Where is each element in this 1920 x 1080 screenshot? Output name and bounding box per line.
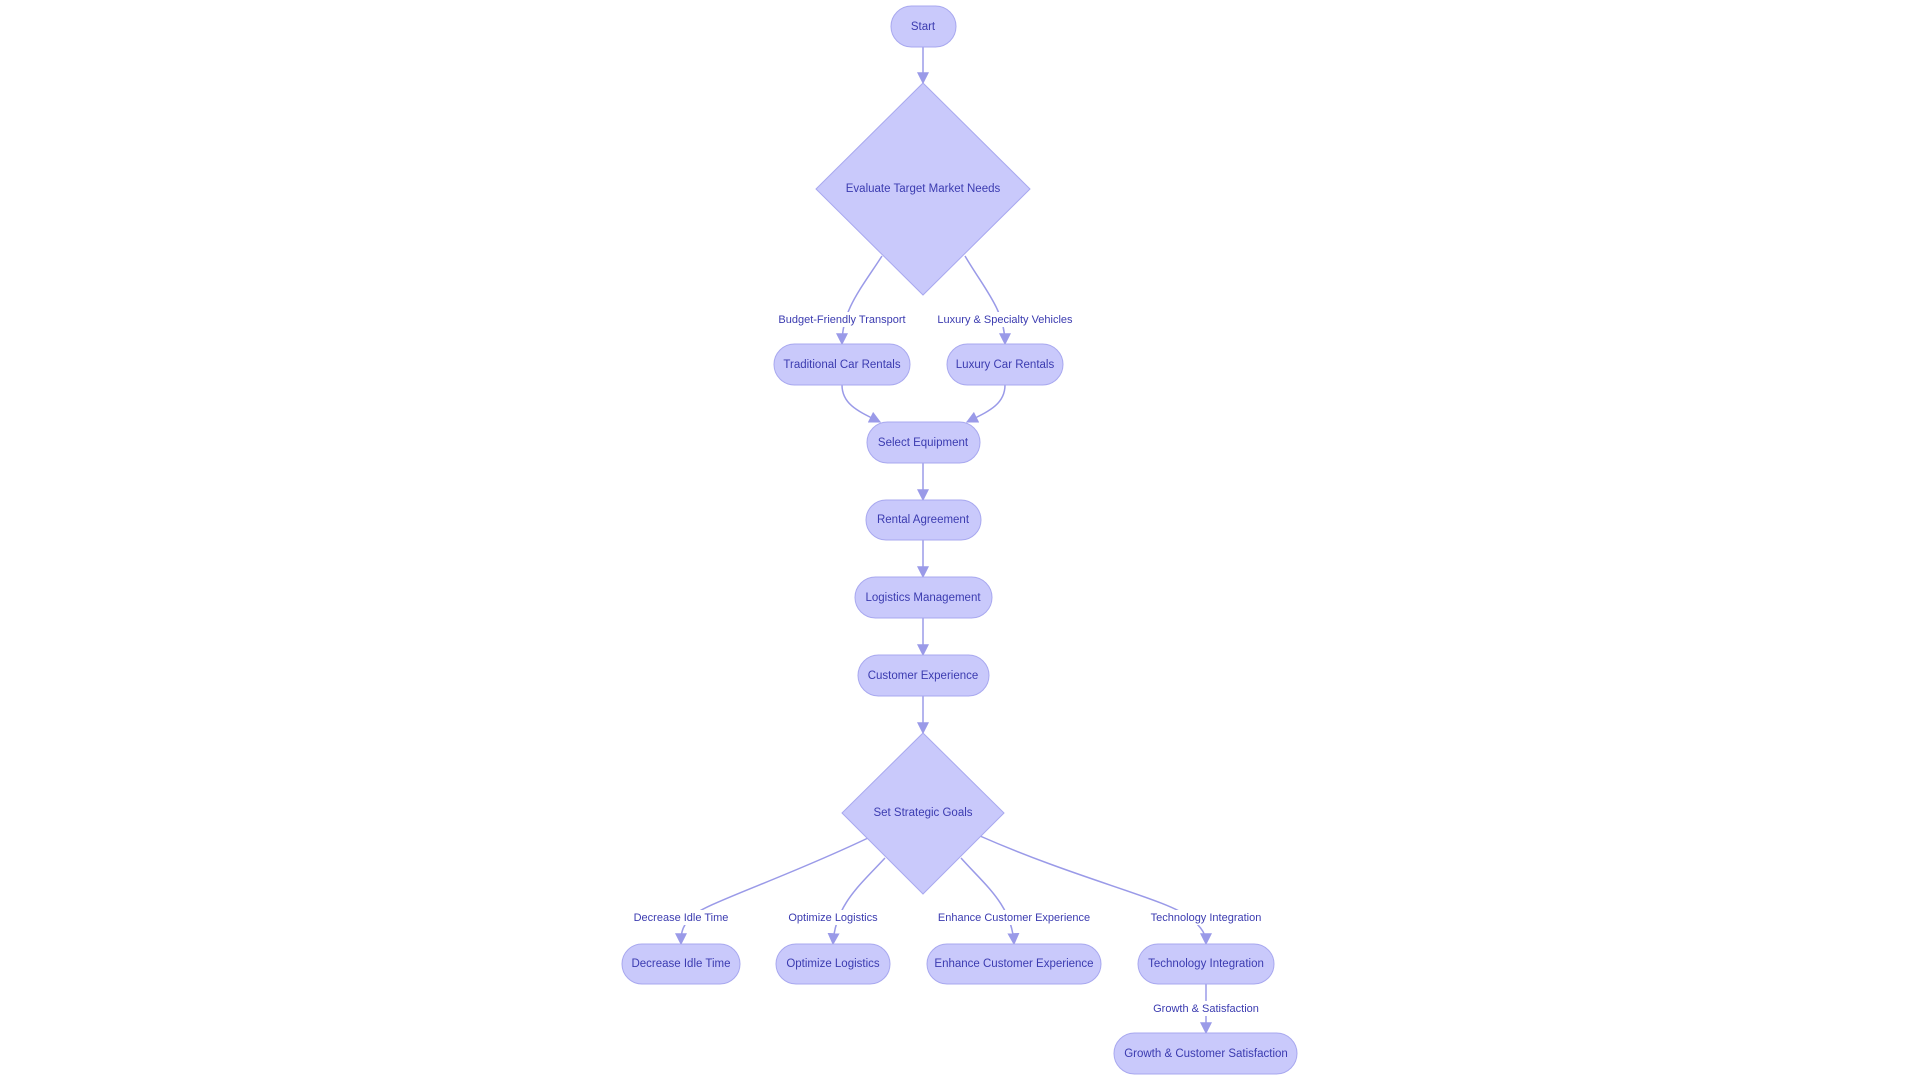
node-decrease-idle[interactable]: Decrease Idle Time xyxy=(621,943,741,985)
svg-text:Logistics Management: Logistics Management xyxy=(865,592,981,604)
edge-goals-tech xyxy=(979,835,1212,946)
edge-label-optimize: Optimize Logistics xyxy=(788,912,878,924)
svg-text:Rental Agreement: Rental Agreement xyxy=(877,514,970,526)
svg-text:Growth & Customer Satisfaction: Growth & Customer Satisfaction xyxy=(1124,1048,1288,1060)
edge-evaluate-luxury xyxy=(964,255,1011,346)
svg-text:Luxury Car Rentals: Luxury Car Rentals xyxy=(956,359,1055,371)
node-rental-agreement[interactable]: Rental Agreement xyxy=(865,499,982,541)
node-customer-experience[interactable]: Customer Experience xyxy=(857,654,990,697)
edge-label-idle: Decrease Idle Time xyxy=(634,912,729,924)
decision-evaluate[interactable]: Evaluate Target Market Needs xyxy=(815,82,1031,296)
svg-text:Customer Experience: Customer Experience xyxy=(868,670,979,682)
node-logistics-management[interactable]: Logistics Management xyxy=(854,576,993,619)
node-growth-satisfaction[interactable]: Growth & Customer Satisfaction xyxy=(1113,1032,1298,1075)
edge-goals-enhance xyxy=(960,857,1020,946)
node-technology-integration[interactable]: Technology Integration xyxy=(1137,943,1275,985)
edge-luxury-select xyxy=(965,384,1006,423)
node-start[interactable]: Start xyxy=(890,5,957,48)
edge-goals-idle xyxy=(675,837,869,946)
node-traditional[interactable]: Traditional Car Rentals xyxy=(773,343,911,386)
svg-text:Start: Start xyxy=(911,21,936,33)
flowchart: Budget-Friendly Transport Luxury & Speci… xyxy=(621,5,1298,1075)
node-select-equipment[interactable]: Select Equipment xyxy=(866,421,981,464)
svg-text:Select Equipment: Select Equipment xyxy=(878,437,969,449)
edge-label-budget: Budget-Friendly Transport xyxy=(778,314,905,326)
svg-text:Decrease Idle Time: Decrease Idle Time xyxy=(631,958,730,970)
edge-label-luxury: Luxury & Specialty Vehicles xyxy=(937,314,1073,326)
edge-traditional-select xyxy=(841,384,882,423)
edge-label-growth: Growth & Satisfaction xyxy=(1153,1003,1259,1015)
edge-label-tech: Technology Integration xyxy=(1151,912,1262,924)
svg-text:Optimize Logistics: Optimize Logistics xyxy=(786,958,880,970)
svg-text:Evaluate Target Market Needs: Evaluate Target Market Needs xyxy=(846,183,1001,195)
svg-text:Traditional Car Rentals: Traditional Car Rentals xyxy=(783,359,900,371)
node-optimize-logistics[interactable]: Optimize Logistics xyxy=(775,943,891,985)
node-luxury[interactable]: Luxury Car Rentals xyxy=(946,343,1064,386)
edge-goals-optimize xyxy=(827,857,886,946)
svg-text:Set Strategic Goals: Set Strategic Goals xyxy=(873,807,972,819)
svg-text:Technology Integration: Technology Integration xyxy=(1148,958,1264,970)
node-enhance-customer[interactable]: Enhance Customer Experience xyxy=(926,943,1102,985)
decision-strategic-goals[interactable]: Set Strategic Goals xyxy=(841,732,1005,895)
svg-text:Enhance Customer Experience: Enhance Customer Experience xyxy=(934,958,1093,970)
edge-label-enhance: Enhance Customer Experience xyxy=(938,912,1090,924)
edge-evaluate-traditional xyxy=(836,255,883,346)
